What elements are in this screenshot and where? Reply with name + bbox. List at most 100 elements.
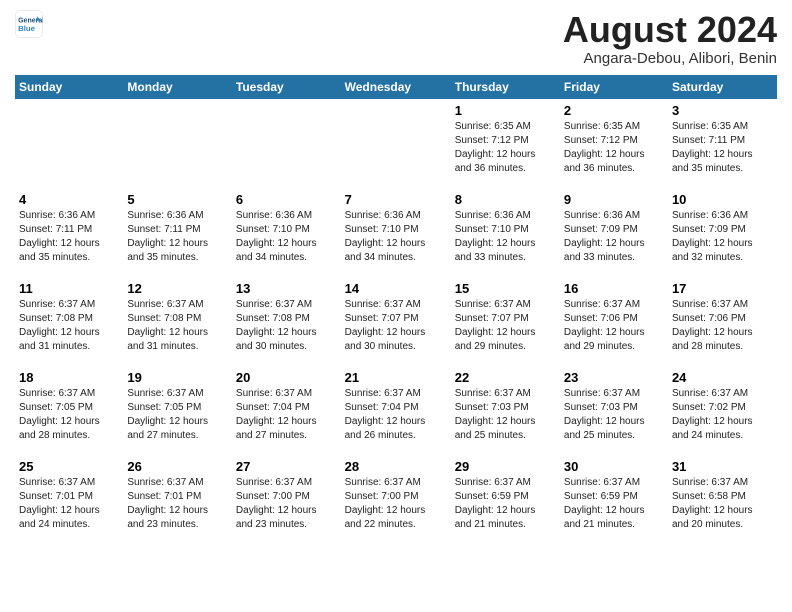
day-detail: Sunrise: 6:36 AM Sunset: 7:11 PM Dayligh…: [127, 209, 228, 265]
calendar-cell: 28 Sunrise: 6:37 AM Sunset: 7:00 PM Dayli…: [341, 455, 451, 538]
calendar-table: SundayMondayTuesdayWednesdayThursdayFrid…: [15, 75, 777, 538]
subtitle: Angara-Debou, Alibori, Benin: [563, 50, 777, 67]
calendar-cell: 18Sunrise: 6:37 AM Sunset: 7:05 PM Dayli…: [15, 366, 123, 449]
calendar-cell: 2 Sunrise: 6:35 AM Sunset: 7:12 PM Daylig…: [560, 99, 668, 182]
day-number: 13: [236, 281, 337, 296]
day-number: 1: [455, 103, 556, 118]
day-number: 27: [236, 459, 337, 474]
calendar-cell: 1 Sunrise: 6:35 AM Sunset: 7:12 PM Daylig…: [451, 99, 560, 182]
day-number: 9: [564, 192, 664, 207]
day-number: 22: [455, 370, 556, 385]
title-block: August 2024 Angara-Debou, Alibori, Benin: [563, 10, 777, 67]
logo-icon: General Blue: [15, 10, 43, 38]
day-detail: Sunrise: 6:37 AM Sunset: 7:04 PM Dayligh…: [345, 387, 447, 443]
day-number: 14: [345, 281, 447, 296]
calendar-cell: 17Sunrise: 6:37 AM Sunset: 7:06 PM Dayli…: [668, 277, 777, 360]
header-thursday: Thursday: [451, 75, 560, 99]
calendar-cell: 23 Sunrise: 6:37 AM Sunset: 7:03 PM Dayli…: [560, 366, 668, 449]
day-detail: Sunrise: 6:37 AM Sunset: 7:06 PM Dayligh…: [564, 298, 664, 354]
day-number: 18: [19, 370, 119, 385]
calendar-cell: 11 Sunrise: 6:37 AM Sunset: 7:08 PM Dayli…: [15, 277, 123, 360]
calendar-cell: [15, 99, 123, 182]
day-number: 7: [345, 192, 447, 207]
day-number: 20: [236, 370, 337, 385]
page-header: General Blue August 2024 Angara-Debou, A…: [15, 10, 777, 67]
calendar-cell: 24 Sunrise: 6:37 AM Sunset: 7:02 PM Dayli…: [668, 366, 777, 449]
day-number: 4: [19, 192, 119, 207]
calendar-cell: 31Sunrise: 6:37 AM Sunset: 6:58 PM Dayli…: [668, 455, 777, 538]
day-number: 24: [672, 370, 773, 385]
week-row-4: 18Sunrise: 6:37 AM Sunset: 7:05 PM Dayli…: [15, 366, 777, 449]
calendar-cell: 10 Sunrise: 6:36 AM Sunset: 7:09 PM Dayli…: [668, 188, 777, 271]
calendar-cell: 16 Sunrise: 6:37 AM Sunset: 7:06 PM Dayli…: [560, 277, 668, 360]
day-number: 5: [127, 192, 228, 207]
calendar-cell: 30Sunrise: 6:37 AM Sunset: 6:59 PM Dayli…: [560, 455, 668, 538]
day-number: 28: [345, 459, 447, 474]
calendar-cell: 12 Sunrise: 6:37 AM Sunset: 7:08 PM Dayli…: [123, 277, 232, 360]
calendar-cell: 20 Sunrise: 6:37 AM Sunset: 7:04 PM Dayli…: [232, 366, 341, 449]
calendar-cell: 26Sunrise: 6:37 AM Sunset: 7:01 PM Dayli…: [123, 455, 232, 538]
day-detail: Sunrise: 6:35 AM Sunset: 7:12 PM Dayligh…: [564, 120, 664, 176]
header-monday: Monday: [123, 75, 232, 99]
day-detail: Sunrise: 6:37 AM Sunset: 7:07 PM Dayligh…: [345, 298, 447, 354]
week-row-1: 1 Sunrise: 6:35 AM Sunset: 7:12 PM Daylig…: [15, 99, 777, 182]
day-number: 26: [127, 459, 228, 474]
day-number: 10: [672, 192, 773, 207]
day-number: 11: [19, 281, 119, 296]
header-wednesday: Wednesday: [341, 75, 451, 99]
day-detail: Sunrise: 6:35 AM Sunset: 7:12 PM Dayligh…: [455, 120, 556, 176]
day-number: 25: [19, 459, 119, 474]
calendar-cell: 8 Sunrise: 6:36 AM Sunset: 7:10 PM Daylig…: [451, 188, 560, 271]
header-saturday: Saturday: [668, 75, 777, 99]
day-detail: Sunrise: 6:37 AM Sunset: 7:02 PM Dayligh…: [672, 387, 773, 443]
day-detail: Sunrise: 6:36 AM Sunset: 7:11 PM Dayligh…: [19, 209, 119, 265]
header-sunday: Sunday: [15, 75, 123, 99]
day-detail: Sunrise: 6:37 AM Sunset: 7:08 PM Dayligh…: [236, 298, 337, 354]
day-detail: Sunrise: 6:35 AM Sunset: 7:11 PM Dayligh…: [672, 120, 773, 176]
day-number: 30: [564, 459, 664, 474]
day-detail: Sunrise: 6:37 AM Sunset: 6:59 PM Dayligh…: [455, 476, 556, 532]
calendar-cell: 7 Sunrise: 6:36 AM Sunset: 7:10 PM Daylig…: [341, 188, 451, 271]
day-detail: Sunrise: 6:37 AM Sunset: 7:06 PM Dayligh…: [672, 298, 773, 354]
calendar-cell: 6Sunrise: 6:36 AM Sunset: 7:10 PM Daylig…: [232, 188, 341, 271]
calendar-cell: 27 Sunrise: 6:37 AM Sunset: 7:00 PM Dayli…: [232, 455, 341, 538]
main-title: August 2024: [563, 10, 777, 50]
day-detail: Sunrise: 6:37 AM Sunset: 7:03 PM Dayligh…: [455, 387, 556, 443]
calendar-cell: [123, 99, 232, 182]
day-number: 16: [564, 281, 664, 296]
day-detail: Sunrise: 6:37 AM Sunset: 7:08 PM Dayligh…: [127, 298, 228, 354]
week-row-5: 25 Sunrise: 6:37 AM Sunset: 7:01 PM Dayli…: [15, 455, 777, 538]
day-detail: Sunrise: 6:36 AM Sunset: 7:10 PM Dayligh…: [345, 209, 447, 265]
day-detail: Sunrise: 6:36 AM Sunset: 7:10 PM Dayligh…: [455, 209, 556, 265]
day-detail: Sunrise: 6:36 AM Sunset: 7:09 PM Dayligh…: [672, 209, 773, 265]
day-number: 3: [672, 103, 773, 118]
calendar-cell: 5 Sunrise: 6:36 AM Sunset: 7:11 PM Daylig…: [123, 188, 232, 271]
calendar-cell: 22 Sunrise: 6:37 AM Sunset: 7:03 PM Dayli…: [451, 366, 560, 449]
logo: General Blue: [15, 10, 43, 38]
day-detail: Sunrise: 6:37 AM Sunset: 6:58 PM Dayligh…: [672, 476, 773, 532]
calendar-cell: 19Sunrise: 6:37 AM Sunset: 7:05 PM Dayli…: [123, 366, 232, 449]
day-detail: Sunrise: 6:37 AM Sunset: 7:03 PM Dayligh…: [564, 387, 664, 443]
day-number: 6: [236, 192, 337, 207]
day-detail: Sunrise: 6:37 AM Sunset: 7:01 PM Dayligh…: [19, 476, 119, 532]
calendar-cell: 25 Sunrise: 6:37 AM Sunset: 7:01 PM Dayli…: [15, 455, 123, 538]
calendar-cell: 21Sunrise: 6:37 AM Sunset: 7:04 PM Dayli…: [341, 366, 451, 449]
calendar-cell: 13 Sunrise: 6:37 AM Sunset: 7:08 PM Dayli…: [232, 277, 341, 360]
day-number: 2: [564, 103, 664, 118]
day-detail: Sunrise: 6:37 AM Sunset: 7:00 PM Dayligh…: [236, 476, 337, 532]
calendar-cell: 15Sunrise: 6:37 AM Sunset: 7:07 PM Dayli…: [451, 277, 560, 360]
day-number: 8: [455, 192, 556, 207]
calendar-cell: [341, 99, 451, 182]
day-detail: Sunrise: 6:37 AM Sunset: 7:08 PM Dayligh…: [19, 298, 119, 354]
day-detail: Sunrise: 6:37 AM Sunset: 7:00 PM Dayligh…: [345, 476, 447, 532]
day-number: 12: [127, 281, 228, 296]
day-number: 23: [564, 370, 664, 385]
day-number: 29: [455, 459, 556, 474]
week-row-3: 11 Sunrise: 6:37 AM Sunset: 7:08 PM Dayli…: [15, 277, 777, 360]
calendar-cell: 9Sunrise: 6:36 AM Sunset: 7:09 PM Daylig…: [560, 188, 668, 271]
week-row-2: 4 Sunrise: 6:36 AM Sunset: 7:11 PM Daylig…: [15, 188, 777, 271]
calendar-cell: 14 Sunrise: 6:37 AM Sunset: 7:07 PM Dayli…: [341, 277, 451, 360]
calendar-cell: 29 Sunrise: 6:37 AM Sunset: 6:59 PM Dayli…: [451, 455, 560, 538]
header-friday: Friday: [560, 75, 668, 99]
day-detail: Sunrise: 6:37 AM Sunset: 7:04 PM Dayligh…: [236, 387, 337, 443]
